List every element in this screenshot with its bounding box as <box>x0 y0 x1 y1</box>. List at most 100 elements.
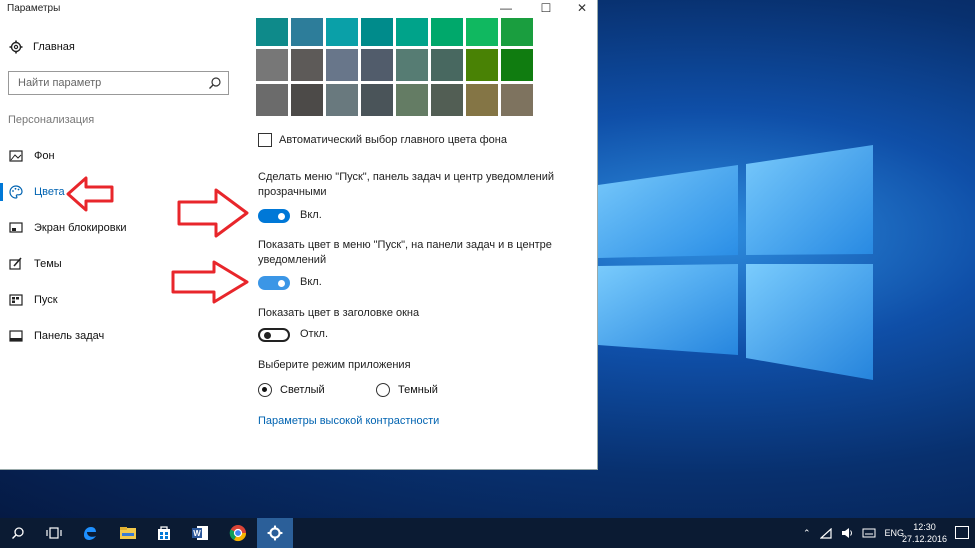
color-swatch[interactable] <box>396 49 428 81</box>
radio-circle[interactable] <box>376 383 390 397</box>
color-swatch[interactable] <box>326 84 358 116</box>
show-color-state: Вкл. <box>300 276 322 288</box>
color-swatch[interactable] <box>431 84 463 116</box>
start-icon <box>9 294 23 306</box>
color-swatch[interactable] <box>291 84 323 116</box>
themes-icon <box>9 257 22 270</box>
color-swatch[interactable] <box>431 18 463 46</box>
color-swatch[interactable] <box>256 18 288 46</box>
window-title: Параметры <box>7 3 61 14</box>
transparency-label: Сделать меню "Пуск", панель задач и цент… <box>258 171 555 198</box>
nav-home-label: Главная <box>33 41 75 53</box>
titlebar-color-toggle[interactable] <box>258 328 290 342</box>
color-swatch[interactable] <box>396 84 428 116</box>
color-swatch[interactable] <box>501 84 533 116</box>
action-center-icon[interactable] <box>955 526 969 539</box>
color-swatch[interactable] <box>326 49 358 81</box>
sidebar-item-colors[interactable]: Цвета <box>9 183 65 201</box>
toggle-knob <box>278 213 285 220</box>
auto-color-checkbox[interactable]: Автоматический выбор главного цвета фона <box>258 133 507 147</box>
color-swatch[interactable] <box>361 18 393 46</box>
taskbar-task-view[interactable] <box>36 518 72 548</box>
taskbar-settings[interactable] <box>257 518 293 548</box>
transparency-toggle[interactable] <box>258 209 290 223</box>
taskbar-icon <box>9 330 23 342</box>
windows-logo-wallpaper <box>598 145 873 380</box>
title-bar[interactable]: Параметры — ☐ ✕ <box>0 0 598 18</box>
sidebar-item-themes[interactable]: Темы <box>9 255 62 273</box>
edge-icon <box>84 527 96 540</box>
show-color-toggle[interactable] <box>258 276 290 290</box>
settings-window: Параметры — ☐ ✕ Главная Найти параметр П… <box>0 0 598 470</box>
active-indicator <box>0 183 3 201</box>
annotation-arrow-show-color <box>171 260 249 304</box>
transparency-state: Вкл. <box>300 209 322 221</box>
close-button[interactable]: ✕ <box>568 0 596 18</box>
swatch-row <box>256 49 534 81</box>
sidebar-item-label: Фон <box>34 150 55 162</box>
taskbar-edge[interactable] <box>72 518 108 548</box>
taskbar-word[interactable]: W <box>182 518 218 548</box>
word-icon: W <box>192 526 208 540</box>
sidebar-item-label: Темы <box>34 258 62 270</box>
color-swatch[interactable] <box>326 18 358 46</box>
mode-light-label: Светлый <box>280 384 325 396</box>
clock[interactable]: 12:30 27.12.2016 <box>902 521 947 545</box>
color-swatch[interactable] <box>466 49 498 81</box>
color-swatch[interactable] <box>291 49 323 81</box>
color-swatch[interactable] <box>396 18 428 46</box>
maximize-button[interactable]: ☐ <box>532 0 560 18</box>
color-swatch[interactable] <box>501 18 533 46</box>
annotation-arrow-transparency <box>177 188 249 238</box>
color-swatch[interactable] <box>256 49 288 81</box>
annotation-arrow-colors <box>66 176 114 212</box>
taskbar-store[interactable] <box>146 518 182 548</box>
sidebar-item-start[interactable]: Пуск <box>9 291 58 309</box>
color-swatch[interactable] <box>501 49 533 81</box>
radio-circle[interactable] <box>258 383 272 397</box>
sidebar-item-taskbar[interactable]: Панель задач <box>9 327 104 345</box>
mode-light-radio[interactable]: Светлый <box>258 383 325 397</box>
color-swatch-grid <box>256 18 534 119</box>
color-swatch[interactable] <box>256 84 288 116</box>
taskbar-file-explorer[interactable] <box>110 518 146 548</box>
lock-screen-icon <box>9 222 23 233</box>
volume-icon[interactable] <box>841 528 853 538</box>
color-swatch[interactable] <box>291 18 323 46</box>
search-input[interactable]: Найти параметр <box>8 71 229 95</box>
svg-text:W: W <box>193 529 201 538</box>
image-icon <box>9 150 23 162</box>
clock-time: 12:30 <box>913 522 936 532</box>
sidebar-item-lock-screen[interactable]: Экран блокировки <box>9 219 127 237</box>
keyboard-icon[interactable] <box>862 528 876 538</box>
swatch-row <box>256 18 534 46</box>
toggle-knob <box>264 332 271 339</box>
color-swatch[interactable] <box>466 84 498 116</box>
section-title: Персонализация <box>8 114 95 126</box>
network-icon[interactable] <box>819 527 832 539</box>
chrome-icon <box>229 525 247 542</box>
color-swatch[interactable] <box>431 49 463 81</box>
settings-icon <box>267 525 283 541</box>
taskbar-search[interactable] <box>0 518 36 548</box>
color-swatch[interactable] <box>466 18 498 46</box>
taskbar-chrome[interactable] <box>220 518 256 548</box>
sidebar: Главная Найти параметр Персонализация Фо… <box>0 18 238 468</box>
search-icon <box>12 527 24 539</box>
titlebar-color-state: Откл. <box>300 328 329 340</box>
minimize-button[interactable]: — <box>492 0 520 18</box>
color-swatch[interactable] <box>361 84 393 116</box>
show-color-label: Показать цвет в меню "Пуск", на панели з… <box>258 239 552 266</box>
sidebar-item-label: Цвета <box>34 186 65 198</box>
color-swatch[interactable] <box>361 49 393 81</box>
high-contrast-link[interactable]: Параметры высокой контрастности <box>258 415 439 427</box>
titlebar-color-label: Показать цвет в заголовке окна <box>258 307 420 319</box>
sidebar-item-background[interactable]: Фон <box>9 147 55 165</box>
chevron-up-icon[interactable]: ⌃ <box>803 528 811 539</box>
gear-icon <box>9 40 23 54</box>
nav-home[interactable]: Главная <box>9 38 75 56</box>
search-placeholder: Найти параметр <box>18 77 102 89</box>
search-icon[interactable] <box>208 76 222 90</box>
checkbox-box[interactable] <box>258 133 272 147</box>
mode-dark-radio[interactable]: Темный <box>376 383 438 397</box>
